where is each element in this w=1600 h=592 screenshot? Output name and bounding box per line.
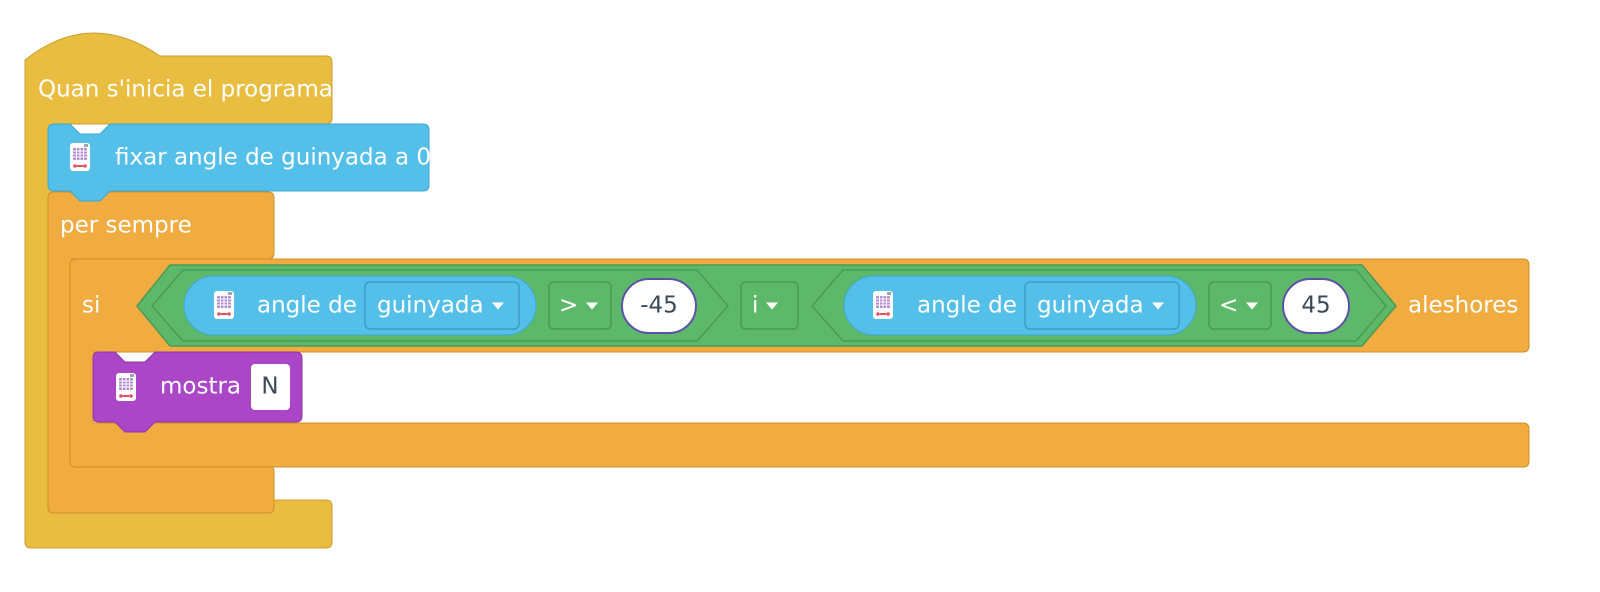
axis-option-text: guinyada (1037, 292, 1144, 319)
microbit-icon (872, 290, 894, 320)
reporter-label-right: angle de (917, 292, 1017, 319)
caret-down-icon (1246, 302, 1259, 310)
forever-label: per sempre (60, 212, 192, 239)
axis-dropdown-left-value[interactable]: guinyada (377, 292, 504, 319)
operator-left-value[interactable]: > (559, 292, 599, 319)
microbit-icon (213, 290, 235, 320)
value-left-text[interactable]: -45 (640, 294, 678, 318)
show-value-text[interactable]: N (261, 375, 278, 399)
reporter-label-left: angle de (257, 292, 357, 319)
operator-text: > (559, 292, 579, 319)
set-yaw-text: fixar angle de guinyada a (115, 144, 410, 171)
axis-option-text: guinyada (377, 292, 484, 319)
caret-down-icon (766, 302, 779, 310)
operator-right-value[interactable]: < (1219, 292, 1259, 319)
microbit-icon (115, 372, 137, 402)
set-yaw-label: fixar angle de guinyada a 0 (115, 144, 431, 171)
caret-down-icon (586, 302, 599, 310)
and-text: i (752, 292, 759, 319)
caret-down-icon (491, 302, 504, 310)
value-right-text[interactable]: 45 (1301, 294, 1330, 318)
then-label: aleshores (1408, 292, 1519, 319)
set-yaw-value[interactable]: 0 (416, 145, 431, 171)
axis-dropdown-right-value[interactable]: guinyada (1037, 292, 1164, 319)
hat-label: Quan s'inicia el programa (38, 76, 333, 103)
operator-text: < (1219, 292, 1239, 319)
show-label: mostra (160, 373, 242, 400)
microbit-icon (69, 142, 91, 172)
if-label: si (82, 292, 101, 319)
caret-down-icon (1151, 302, 1164, 310)
and-dropdown-value[interactable]: i (752, 292, 779, 319)
